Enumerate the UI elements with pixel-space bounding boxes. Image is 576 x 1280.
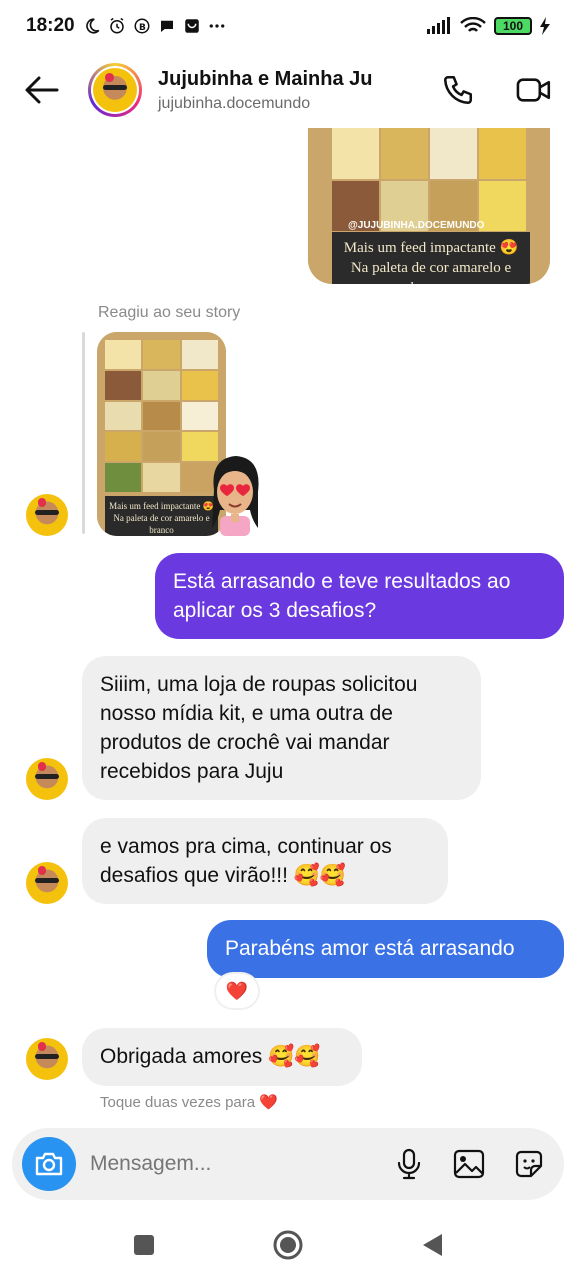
double-tap-hint: Toque duas vezes para ❤️ [100,1094,278,1111]
profile-photo [93,68,137,112]
story-caption: Mais um feed impactante 😍 Na paleta de c… [332,232,530,284]
video-call-button[interactable] [516,72,552,108]
contact-username: jujubinha.docemundo [158,94,311,112]
header-title-block[interactable]: Jujubinha e Mainha Ju jujubinha.docemund… [158,68,372,113]
audio-call-button[interactable] [440,72,476,108]
svg-text:B: B [139,23,146,33]
chat-icon [158,17,176,35]
chat-header: Jujubinha e Mainha Ju jujubinha.docemund… [0,52,576,128]
sender-avatar[interactable] [26,862,68,904]
voice-message-button[interactable] [392,1147,426,1181]
signal-icon [426,17,452,35]
message-bubble-outgoing[interactable]: Está arrasando e teve resultados ao apli… [155,553,564,639]
sticker-button[interactable] [512,1147,546,1181]
story-tag: @JUJUBINHA.DOCEMUNDO [348,220,485,231]
battery-indicator: 100 [494,17,532,35]
reply-divider [82,332,85,534]
story-caption-line: Mais um feed impactante 😍 [343,240,519,256]
sender-avatar[interactable] [26,758,68,800]
message-bubble-incoming[interactable]: Obrigada amores 🥰🥰 [82,1028,362,1086]
sender-avatar[interactable] [26,494,68,536]
story-reaction-label: Reagiu ao seu story [98,304,241,321]
square-icon [134,1235,154,1255]
status-time: 18:20 [26,15,75,36]
back-nav-button[interactable] [412,1225,452,1265]
story-caption-line: branco [332,278,530,284]
triangle-back-icon [423,1234,442,1256]
gallery-icon [453,1149,485,1179]
system-navigation-bar [0,1210,576,1280]
bitcoin-icon: B [133,17,151,35]
gallery-button[interactable] [452,1147,486,1181]
heart-eyes-avatar-sticker [212,456,259,536]
video-icon [516,78,551,102]
back-arrow-icon [25,76,59,104]
sender-avatar[interactable] [26,1038,68,1080]
status-notification-icons: B [83,17,226,35]
wifi-icon [460,17,486,35]
message-bubble-incoming[interactable]: Siiim, uma loja de roupas solicitou noss… [82,656,481,800]
alarm-icon [108,17,126,35]
message-composer [12,1128,564,1200]
shared-story-card[interactable]: @JUJUBINHA.DOCEMUNDO Mais um feed impact… [308,128,550,284]
more-dots-icon [208,17,226,35]
message-bubble-outgoing[interactable]: Parabéns amor está arrasando [207,920,564,978]
heart-reaction[interactable]: ❤️ [216,974,258,1008]
message-thread[interactable]: @JUJUBINHA.DOCEMUNDO Mais um feed impact… [0,128,576,1124]
camera-button[interactable] [22,1137,76,1191]
contact-name: Jujubinha e Mainha Ju [158,67,373,90]
message-bubble-incoming[interactable]: e vamos pra cima, continuar os desafios … [82,818,448,904]
story-caption-line: Na paleta de cor amarelo e [350,260,512,276]
sticker-icon [515,1150,543,1178]
phone-icon [443,75,473,105]
camera-icon [35,1152,63,1176]
home-circle-icon [273,1230,303,1260]
charging-icon [540,17,550,35]
home-button[interactable] [268,1225,308,1265]
header-avatar[interactable] [88,63,142,117]
status-bar: 18:20 B 100 [0,0,576,52]
message-input[interactable] [90,1152,392,1176]
moon-icon [83,17,101,35]
back-button[interactable] [24,72,60,108]
thumb-caption: Mais um feed impactante 😍 Na paleta de c… [105,496,218,536]
recent-apps-button[interactable] [124,1225,164,1265]
microphone-icon [397,1148,421,1180]
shop-icon [183,17,201,35]
